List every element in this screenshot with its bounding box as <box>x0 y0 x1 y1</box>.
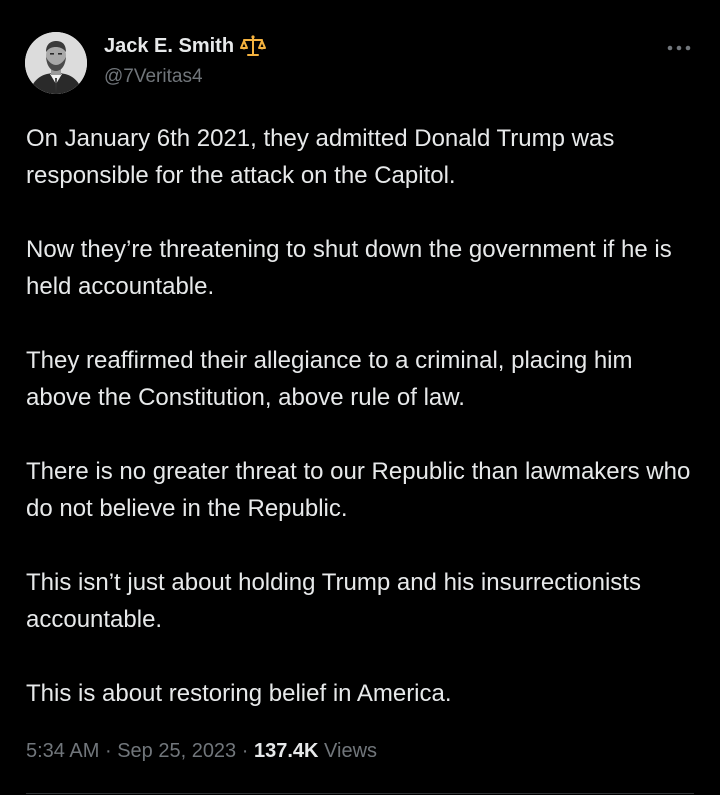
author-name-row[interactable]: Jack E. Smith <box>104 33 267 59</box>
meta-separator: · <box>104 740 112 762</box>
tweet-paragraph: Now they’re threatening to shut down the… <box>26 236 672 300</box>
tweet-paragraph: This isn’t just about holding Trump and … <box>26 569 641 633</box>
divider <box>26 793 694 794</box>
views-count: 137.4K <box>253 740 319 762</box>
meta-separator: · <box>241 740 249 762</box>
author-handle[interactable]: @7Veritas4 <box>104 64 203 90</box>
display-name[interactable]: Jack E. Smith <box>104 33 234 59</box>
avatar[interactable] <box>25 32 87 94</box>
tweet-meta: 5:34 AM · Sep 25, 2023 · 137.4K Views <box>26 737 377 765</box>
tweet: Jack E. Smith @7Veritas4 On January 6th … <box>0 0 720 795</box>
tweet-time[interactable]: 5:34 AM <box>26 740 99 762</box>
tweet-text: On January 6th 2021, they admitted Donal… <box>26 120 698 712</box>
scales-icon <box>240 34 267 58</box>
more-horizontal-icon[interactable] <box>666 38 692 58</box>
tweet-paragraph: This is about restoring belief in Americ… <box>26 680 452 707</box>
tweet-paragraph: There is no greater threat to our Republ… <box>26 458 691 522</box>
tweet-date[interactable]: Sep 25, 2023 <box>117 740 236 762</box>
views-label: Views <box>324 740 378 762</box>
tweet-paragraph: They reaffirmed their allegiance to a cr… <box>26 347 633 411</box>
tweet-paragraph: On January 6th 2021, they admitted Donal… <box>26 125 615 189</box>
